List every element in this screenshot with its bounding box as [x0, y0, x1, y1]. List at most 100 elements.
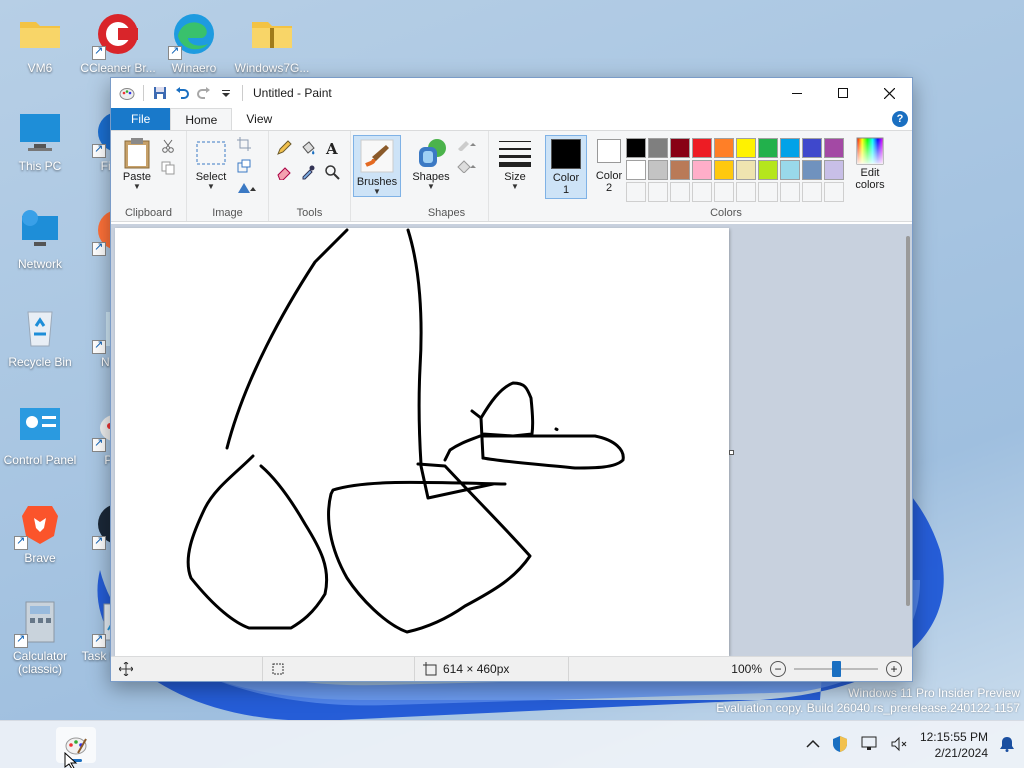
color-swatch[interactable] — [780, 138, 800, 158]
color2-button[interactable]: Color 2 — [589, 137, 629, 194]
desktop-icon-network[interactable]: Network — [2, 206, 78, 271]
zoom-in-button[interactable]: + — [886, 661, 902, 677]
color-swatch[interactable] — [648, 160, 668, 180]
shapes-button[interactable]: Shapes ▼ — [411, 137, 451, 191]
tab-view[interactable]: View — [232, 108, 286, 130]
magnifier-tool[interactable] — [323, 163, 341, 181]
desktop-icon-calculator[interactable]: Calculator (classic) — [2, 598, 78, 676]
color-swatch[interactable] — [736, 160, 756, 180]
color-swatch[interactable] — [648, 138, 668, 158]
volume-muted-icon[interactable] — [890, 736, 908, 755]
selection-size — [263, 657, 415, 681]
title-bar[interactable]: Untitled - Paint — [111, 78, 912, 108]
color-swatch[interactable] — [824, 138, 844, 158]
desktop-icon-label: Winaero — [171, 61, 217, 75]
notifications-bell-icon[interactable] — [1000, 736, 1014, 755]
canvas-resize-handle-right[interactable] — [729, 450, 734, 455]
custom-color-slot[interactable] — [824, 182, 844, 202]
color1-button[interactable]: Color 1 — [545, 135, 587, 199]
select-button[interactable]: Select ▼ — [193, 137, 229, 191]
security-icon[interactable] — [832, 735, 848, 756]
desktop-icon-ccleaner[interactable]: CCleaner Br... — [80, 10, 156, 75]
color-swatch[interactable] — [692, 138, 712, 158]
quick-access-toolbar — [111, 85, 245, 101]
outline-button[interactable] — [455, 135, 481, 153]
drawing-canvas[interactable] — [115, 228, 729, 656]
color-swatch[interactable] — [714, 138, 734, 158]
color-swatch[interactable] — [736, 138, 756, 158]
color-wheel-icon — [856, 137, 884, 165]
color-swatch[interactable] — [692, 160, 712, 180]
show-hidden-icons-button[interactable] — [806, 738, 820, 752]
desktop-icon-this-pc[interactable]: This PC — [2, 108, 78, 173]
color-swatch[interactable] — [824, 160, 844, 180]
eraser-tool[interactable] — [275, 163, 293, 181]
custom-color-slot[interactable] — [648, 182, 668, 202]
color-swatch[interactable] — [670, 160, 690, 180]
custom-color-slot[interactable] — [802, 182, 822, 202]
desktop-icon-vm6[interactable]: VM6 — [2, 10, 78, 75]
color-swatch[interactable] — [714, 160, 734, 180]
color-swatch[interactable] — [802, 138, 822, 158]
color-swatch[interactable] — [670, 138, 690, 158]
paint-app-icon[interactable] — [119, 85, 135, 101]
help-icon[interactable]: ? — [892, 111, 908, 127]
vertical-scrollbar[interactable] — [906, 236, 910, 606]
tools-group: A Tools — [269, 131, 351, 221]
fill-tool[interactable] — [299, 139, 317, 157]
size-button[interactable]: Size ▼ — [497, 137, 533, 191]
crop-button[interactable] — [235, 135, 253, 153]
resize-button[interactable] — [235, 157, 253, 175]
color2-swatch — [597, 139, 621, 163]
desktop-icon-label: This PC — [18, 159, 62, 173]
fill-button[interactable] — [455, 157, 481, 175]
copy-button[interactable] — [159, 159, 177, 177]
zoom-slider-thumb[interactable] — [831, 661, 841, 677]
desktop-icon-brave[interactable]: Brave — [2, 500, 78, 565]
redo-icon[interactable] — [196, 85, 212, 101]
custom-color-slot[interactable] — [714, 182, 734, 202]
network-icon — [22, 210, 58, 246]
custom-color-slot[interactable] — [780, 182, 800, 202]
save-icon[interactable] — [152, 85, 168, 101]
custom-color-slot[interactable] — [692, 182, 712, 202]
close-button[interactable] — [866, 78, 912, 108]
color-swatch[interactable] — [626, 138, 646, 158]
color-swatch[interactable] — [780, 160, 800, 180]
color-swatch[interactable] — [758, 138, 778, 158]
cursor-position — [111, 657, 263, 681]
zoom-slider[interactable] — [794, 661, 878, 677]
tools-group-label: Tools — [296, 207, 323, 219]
clock[interactable]: 12:15:55 PM 2/21/2024 — [920, 729, 988, 761]
rotate-button[interactable] — [235, 179, 259, 197]
customize-toolbar-icon[interactable] — [218, 85, 234, 101]
custom-color-slot[interactable] — [670, 182, 690, 202]
paste-button[interactable]: Paste ▼ — [119, 137, 155, 191]
cut-button[interactable] — [159, 137, 177, 155]
tab-home[interactable]: Home — [170, 108, 233, 130]
edit-colors-button[interactable]: Edit colors — [849, 137, 891, 191]
color-picker-tool[interactable] — [299, 163, 317, 181]
custom-color-slot[interactable] — [626, 182, 646, 202]
desktop-icon-control-panel[interactable]: Control Panel — [2, 402, 78, 467]
clock-time: 12:15:55 PM — [919, 730, 988, 744]
tab-file[interactable]: File — [111, 108, 171, 130]
brushes-button[interactable]: Brushes ▼ — [353, 135, 401, 197]
undo-icon[interactable] — [174, 85, 190, 101]
minimize-button[interactable] — [774, 78, 820, 108]
desktop-icon-winaero[interactable]: Winaero — [156, 10, 232, 75]
custom-color-slot[interactable] — [736, 182, 756, 202]
color-palette — [625, 137, 845, 203]
desktop-icon-label: Control Panel — [3, 453, 77, 467]
color-swatch[interactable] — [758, 160, 778, 180]
zoom-out-button[interactable]: − — [770, 661, 786, 677]
color-swatch[interactable] — [802, 160, 822, 180]
network-tray-icon[interactable] — [860, 736, 878, 755]
maximize-button[interactable] — [820, 78, 866, 108]
color-swatch[interactable] — [626, 160, 646, 180]
text-tool[interactable]: A — [323, 139, 341, 157]
custom-color-slot[interactable] — [758, 182, 778, 202]
desktop-icon-recycle-bin[interactable]: Recycle Bin — [2, 304, 78, 369]
desktop-icon-windows7g[interactable]: Windows7G... — [234, 10, 310, 75]
pencil-tool[interactable] — [275, 139, 293, 157]
